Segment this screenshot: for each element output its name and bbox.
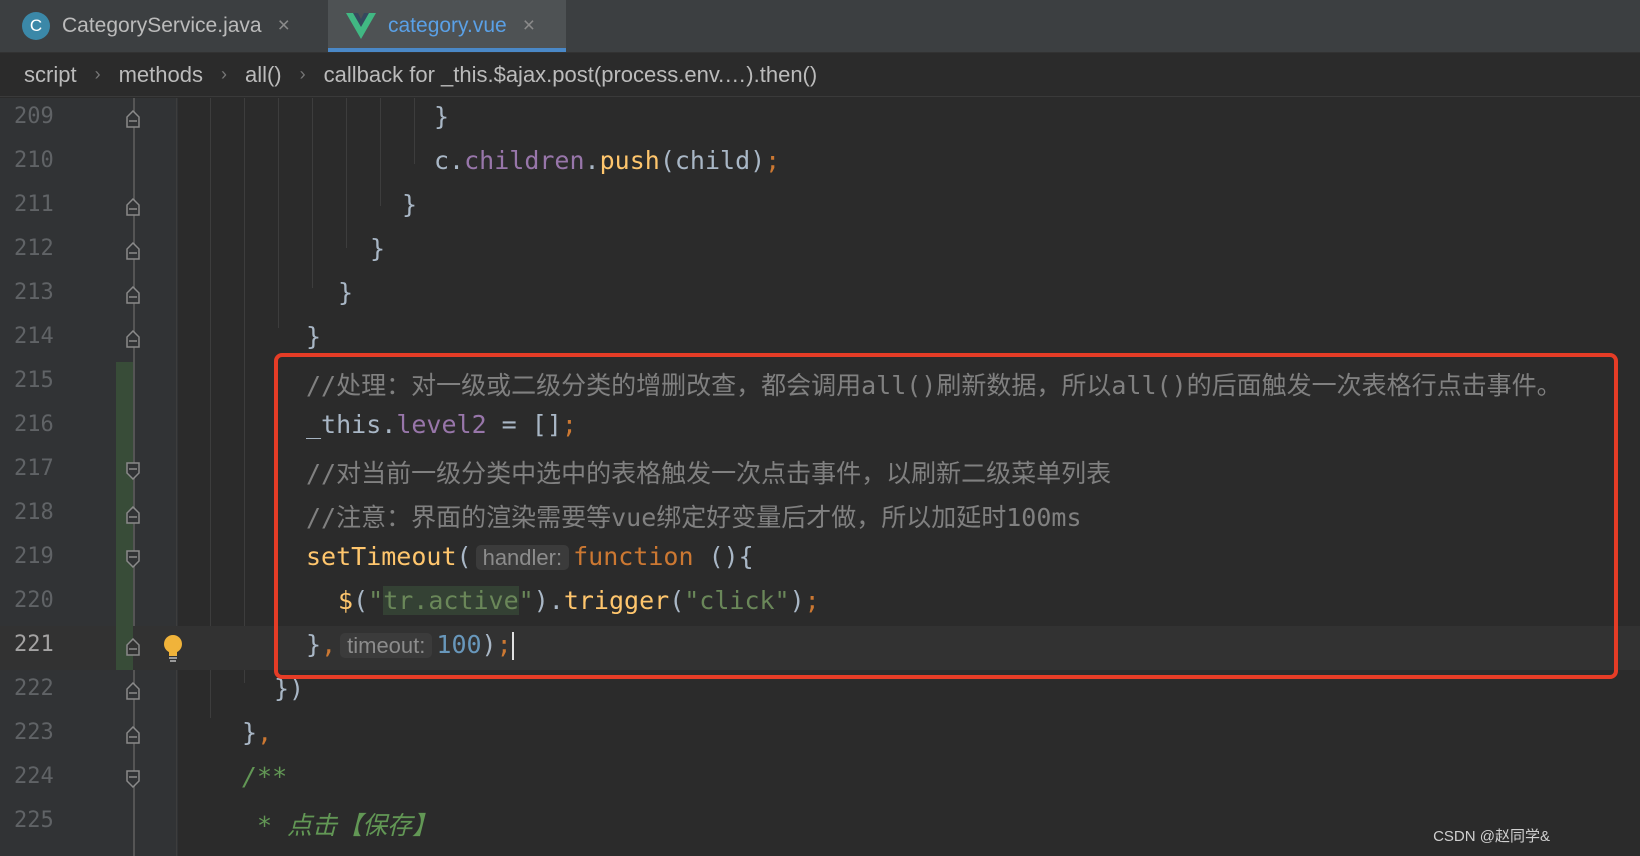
watermark: CSDN @赵同学& xyxy=(1433,828,1550,845)
fold-start-icon[interactable] xyxy=(125,550,141,568)
fold-end-icon[interactable] xyxy=(125,242,141,260)
vue-logo-icon xyxy=(346,13,376,39)
code-text: }, xyxy=(242,718,273,747)
line-number: 210 xyxy=(14,148,54,173)
line-number: 225 xyxy=(14,808,54,833)
code-text: } xyxy=(402,190,418,219)
code-line: 210 c.children.push(child); xyxy=(0,142,1640,186)
code-line: 225 * 点击【保存】 xyxy=(0,802,1640,846)
code-text: } xyxy=(434,102,450,131)
line-number: 223 xyxy=(14,720,54,745)
code-line: 211 } xyxy=(0,186,1640,230)
java-class-icon: C xyxy=(22,12,50,40)
editor-tab-bar: C CategoryService.java × category.vue × xyxy=(0,0,1640,53)
close-icon[interactable]: × xyxy=(523,14,535,38)
code-text: c.children.push(child); xyxy=(434,146,781,175)
breadcrumb-separator: › xyxy=(94,64,101,84)
lightbulb-icon[interactable] xyxy=(162,634,184,662)
fold-end-icon[interactable] xyxy=(125,506,141,524)
line-number: 218 xyxy=(14,500,54,525)
line-number: 222 xyxy=(14,676,54,701)
code-text: } xyxy=(370,234,386,263)
line-number: 219 xyxy=(14,544,54,569)
fold-end-icon[interactable] xyxy=(125,198,141,216)
vcs-change-marker[interactable] xyxy=(116,582,133,626)
fold-end-icon[interactable] xyxy=(125,682,141,700)
tab-category-service-java[interactable]: C CategoryService.java × xyxy=(0,0,328,52)
line-number: 216 xyxy=(14,412,54,437)
fold-end-icon[interactable] xyxy=(125,638,141,656)
code-line: 212 } xyxy=(0,230,1640,274)
breadcrumb-separator: › xyxy=(299,64,306,84)
vcs-change-marker[interactable] xyxy=(116,406,133,450)
doc-comment-text: /** xyxy=(242,762,288,791)
fold-end-icon[interactable] xyxy=(125,726,141,744)
breadcrumb-item-methods[interactable]: methods xyxy=(119,62,203,88)
breadcrumb: script › methods › all() › callback for … xyxy=(0,53,1640,97)
line-number: 224 xyxy=(14,764,54,789)
code-line: 213 } xyxy=(0,274,1640,318)
code-line: 224 /** xyxy=(0,758,1640,802)
code-text: } xyxy=(306,322,322,351)
active-tab-indicator xyxy=(328,48,566,52)
line-number: 213 xyxy=(14,280,54,305)
fold-end-icon[interactable] xyxy=(125,286,141,304)
fold-start-icon[interactable] xyxy=(125,462,141,480)
breadcrumb-item-callback[interactable]: callback for _this.$ajax.post(process.en… xyxy=(324,62,818,88)
line-number: 212 xyxy=(14,236,54,261)
vcs-change-marker[interactable] xyxy=(116,362,133,406)
code-line: 209 } xyxy=(0,98,1640,142)
tab-category-vue[interactable]: category.vue × xyxy=(328,0,566,52)
fold-start-icon[interactable] xyxy=(125,770,141,788)
tab-label: category.vue xyxy=(388,14,507,37)
tab-label: CategoryService.java xyxy=(62,14,262,37)
line-number: 217 xyxy=(14,456,54,481)
doc-comment-text: * 点击【保存】 xyxy=(242,811,438,840)
line-number: 220 xyxy=(14,588,54,613)
line-number: 215 xyxy=(14,368,54,393)
highlight-annotation-box xyxy=(274,353,1618,679)
close-icon[interactable]: × xyxy=(278,14,290,38)
breadcrumb-separator: › xyxy=(220,64,227,84)
line-number: 211 xyxy=(14,192,54,217)
line-number: 209 xyxy=(14,104,54,129)
breadcrumb-item-all[interactable]: all() xyxy=(245,62,282,88)
breadcrumb-item-script[interactable]: script xyxy=(24,62,77,88)
line-number: 214 xyxy=(14,324,54,349)
code-line: 223 }, xyxy=(0,714,1640,758)
code-text: } xyxy=(338,278,354,307)
fold-end-icon[interactable] xyxy=(125,110,141,128)
fold-end-icon[interactable] xyxy=(125,330,141,348)
line-number: 221 xyxy=(14,632,54,657)
